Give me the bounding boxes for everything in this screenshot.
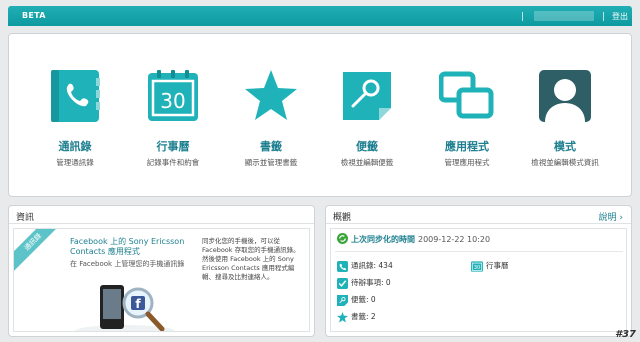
app-title: 模式 <box>554 140 576 153</box>
news-ribbon: 通訊錄 <box>14 229 65 274</box>
checkmark-icon <box>337 277 348 289</box>
app-title: 通訊錄 <box>58 140 92 153</box>
news-title[interactable]: Facebook 上的 Sony Ericsson Contacts 應用程式 <box>70 237 195 257</box>
panel-title: 資訊 <box>16 213 35 223</box>
svg-text:f: f <box>135 297 141 311</box>
app-subtitle: 檢視並編輯模式資訊 <box>531 158 599 167</box>
help-label: 說明 <box>598 213 617 223</box>
app-subtitle: 顯示並管理書籤 <box>244 158 298 167</box>
app-subtitle: 管理通訊錄 <box>56 158 94 167</box>
divider <box>335 251 623 252</box>
phone-magnifier-illustration: f <box>75 285 175 331</box>
app-profile[interactable]: 模式 檢視並編輯模式資訊 <box>525 68 605 168</box>
app-subtitle: 記錄事件和約會 <box>146 158 200 167</box>
apps-icon <box>439 71 494 119</box>
note-icon <box>343 72 391 120</box>
stat-bookmarks-label: 書籤: 2 <box>351 312 376 321</box>
news-panel: 資訊 通訊錄 Facebook 上的 Sony Ericsson Contact… <box>8 205 315 337</box>
top-bar: BETA 登出 <box>8 6 632 26</box>
stat-tasks[interactable]: 待辦事項: 0 <box>337 277 391 289</box>
apps-panel: 通訊錄 管理通訊錄 30 行事曆 記錄事件和約會 書籤 顯示並管理書籤 便籤 檢… <box>8 33 632 197</box>
news-card[interactable]: 通訊錄 Facebook 上的 Sony Ericsson Contacts 應… <box>13 228 310 332</box>
calendar-day: 30 <box>160 89 185 113</box>
divider <box>603 12 604 21</box>
stat-contacts[interactable]: 通訊錄: 434 <box>337 260 393 272</box>
profile-icon <box>539 70 591 122</box>
stat-contacts-label: 通訊錄: 434 <box>351 261 393 270</box>
stat-notes[interactable]: 便籤: 0 <box>337 294 376 306</box>
news-subtitle: 在 Facebook 上管理您的手機通訊錄 <box>70 260 185 268</box>
last-sync-label: 上次同步化的時間 <box>351 235 415 244</box>
beta-label: BETA <box>22 11 46 20</box>
app-notes[interactable]: 便籤 檢視並編輯便籤 <box>327 68 407 168</box>
panel-header: 概觀 說明 › <box>326 206 631 224</box>
stat-calendar-label: 行事曆 <box>486 261 509 270</box>
app-title: 書籤 <box>260 140 282 153</box>
help-link[interactable]: 說明 › <box>599 210 624 223</box>
stat-notes-label: 便籤: 0 <box>351 295 376 304</box>
sync-icon <box>337 233 348 244</box>
note-icon <box>337 294 348 306</box>
calendar-icon: 30 <box>471 260 483 272</box>
app-subtitle: 管理應用程式 <box>444 158 490 167</box>
app-contacts[interactable]: 通訊錄 管理通訊錄 <box>35 68 115 168</box>
calendar-icon: 30 <box>148 70 198 121</box>
app-applications[interactable]: 應用程式 管理應用程式 <box>427 68 507 168</box>
stat-tasks-label: 待辦事項: 0 <box>351 278 391 287</box>
star-icon <box>245 70 297 120</box>
app-subtitle: 檢視並編輯便籤 <box>340 158 394 167</box>
calendar-day: 30 <box>474 265 481 271</box>
app-calendar[interactable]: 30 行事曆 記錄事件和約會 <box>133 68 213 168</box>
logout-link[interactable]: 登出 <box>612 11 628 22</box>
divider <box>522 12 523 21</box>
page-number-tag: #37 <box>615 329 636 340</box>
last-sync: 上次同步化的時間 2009-12-22 10:20 <box>351 234 490 245</box>
stat-calendar[interactable]: 30 行事曆 <box>471 260 509 272</box>
stat-bookmarks[interactable]: 書籤: 2 <box>337 311 376 323</box>
panel-title: 概觀 <box>333 213 352 223</box>
user-name-redacted <box>534 11 594 21</box>
app-title: 行事曆 <box>156 140 190 153</box>
chevron-right-icon: › <box>619 213 623 223</box>
app-title: 應用程式 <box>445 140 489 153</box>
phone-book-icon <box>337 260 348 272</box>
overview-panel: 概觀 說明 › 上次同步化的時間 2009-12-22 10:20 通訊錄: 43… <box>325 205 632 337</box>
news-body: 同步化您的手機後，可以從 Facebook 存取您的手機通訊錄。然後使用 Fac… <box>202 237 300 281</box>
app-bookmarks[interactable]: 書籤 顯示並管理書籤 <box>231 68 311 168</box>
phone-book-icon <box>51 70 100 122</box>
app-title: 便籤 <box>356 140 378 153</box>
last-sync-time: 2009-12-22 10:20 <box>418 235 491 244</box>
star-icon <box>337 311 348 323</box>
panel-header: 資訊 <box>9 206 314 224</box>
overview-card: 上次同步化的時間 2009-12-22 10:20 通訊錄: 434 30 行事曆 … <box>330 228 627 332</box>
